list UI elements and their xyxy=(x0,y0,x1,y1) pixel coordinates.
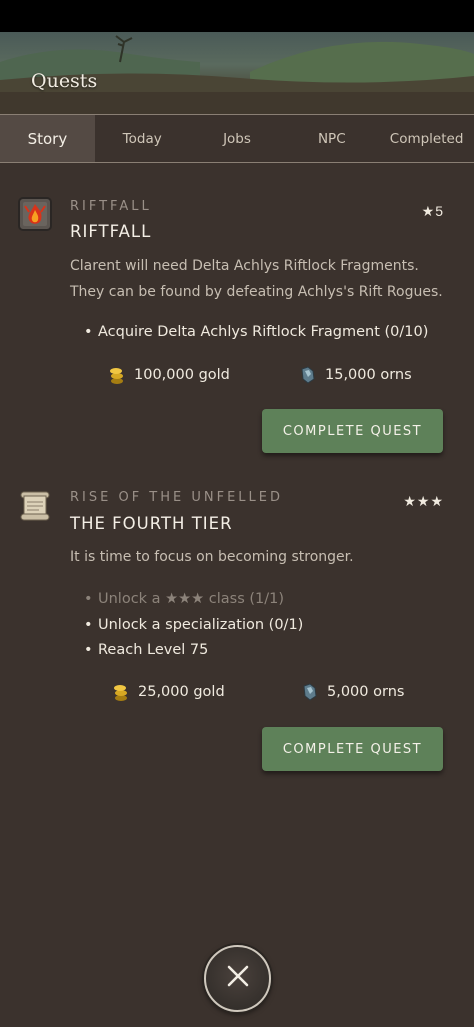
quest-description: It is time to focus on becoming stronger… xyxy=(70,545,450,571)
gold-coins-icon xyxy=(108,365,126,385)
quest-category: RIFTFALL xyxy=(70,199,152,214)
orns-reward: 5,000 orns xyxy=(301,682,404,702)
gold-reward: 25,000 gold xyxy=(112,682,225,702)
objective-item: Acquire Delta Achlys Riftlock Fragment (… xyxy=(84,320,428,346)
quest-rating: ★5 xyxy=(421,203,444,219)
orn-gem-icon xyxy=(299,365,317,385)
page-title: Quests xyxy=(31,70,98,92)
status-bar xyxy=(0,0,474,32)
complete-quest-button[interactable]: COMPLETE QUEST xyxy=(262,409,443,453)
objective-item: Reach Level 75 xyxy=(84,638,303,664)
complete-quest-button[interactable]: COMPLETE QUEST xyxy=(262,727,443,771)
description-line: They can be found by defeating Achlys's … xyxy=(70,283,443,300)
quest-rating: ★★★ xyxy=(403,493,444,509)
quest-title: RIFTFALL xyxy=(70,222,152,241)
objective-item: Unlock a ★★★ class (1/1) xyxy=(84,587,303,613)
objective-item: Unlock a specialization (0/1) xyxy=(84,613,303,639)
gold-amount: 100,000 gold xyxy=(134,367,230,383)
quest-title: THE FOURTH TIER xyxy=(70,514,233,533)
tab-completed[interactable]: Completed xyxy=(379,115,474,162)
close-button[interactable] xyxy=(204,945,271,1012)
tab-story[interactable]: Story xyxy=(0,115,95,162)
quest-tabs: Story Today Jobs NPC Completed xyxy=(0,114,474,163)
orns-amount: 15,000 orns xyxy=(325,367,412,383)
scroll-icon xyxy=(17,488,53,524)
description-line: It is time to focus on becoming stronger… xyxy=(70,549,354,565)
tab-npc[interactable]: NPC xyxy=(284,115,379,162)
header-banner: Quests xyxy=(0,32,474,114)
objective-list: Unlock a ★★★ class (1/1) Unlock a specia… xyxy=(84,587,303,664)
gold-amount: 25,000 gold xyxy=(138,684,225,700)
quest-description: Clarent will need Delta Achlys Riftlock … xyxy=(70,254,450,305)
gold-coins-icon xyxy=(112,682,130,702)
close-icon xyxy=(226,964,250,993)
description-line: Clarent will need Delta Achlys Riftlock … xyxy=(70,258,419,274)
orn-gem-icon xyxy=(301,682,319,702)
gold-reward: 100,000 gold xyxy=(108,365,230,385)
tab-today[interactable]: Today xyxy=(95,115,190,162)
tab-jobs[interactable]: Jobs xyxy=(190,115,285,162)
objective-list: Acquire Delta Achlys Riftlock Fragment (… xyxy=(84,320,428,346)
orns-amount: 5,000 orns xyxy=(327,684,405,700)
flame-rune-icon xyxy=(17,196,53,232)
orns-reward: 15,000 orns xyxy=(299,365,412,385)
quest-category: RISE OF THE UNFELLED xyxy=(70,490,284,505)
